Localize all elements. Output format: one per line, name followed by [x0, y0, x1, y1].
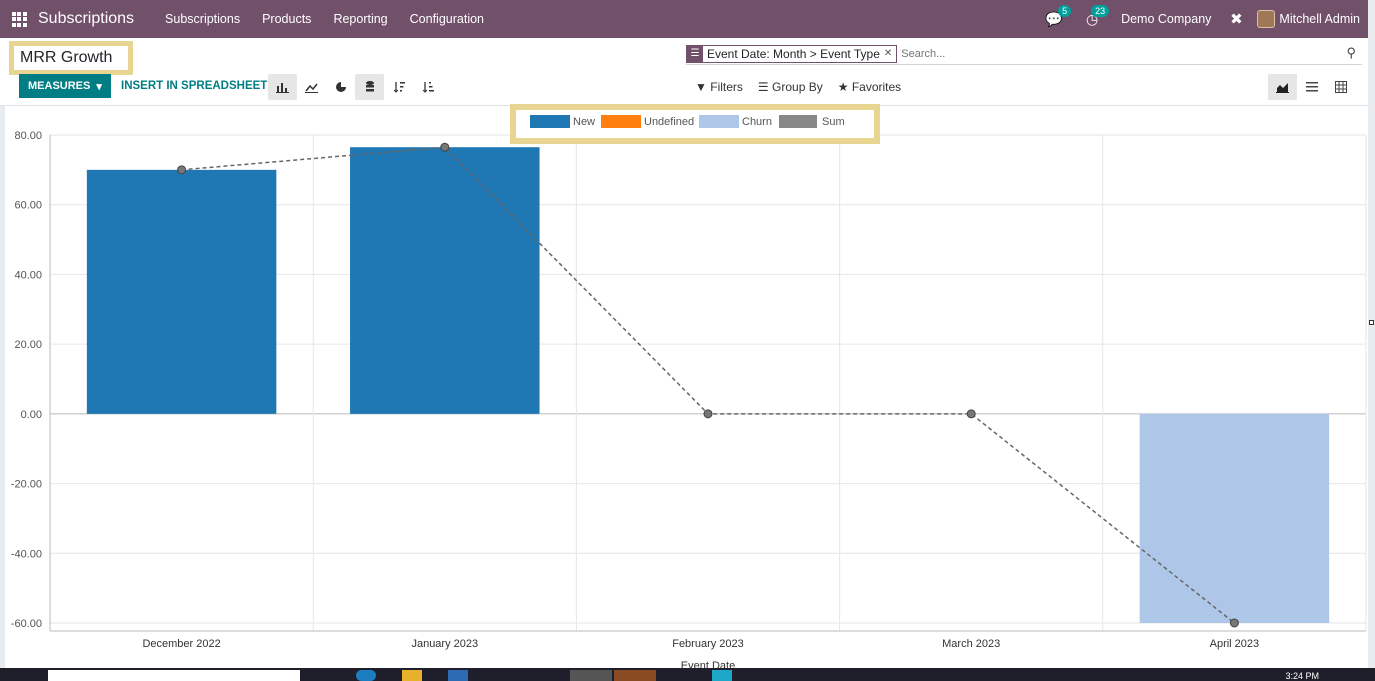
facet-label: Event Date: Month > Event Type: [707, 46, 880, 61]
systray: 💬 5 ◷ 23 Demo Company ✖ Mitchell Admin: [1035, 4, 1368, 28]
legend-swatch-churn[interactable]: [699, 115, 739, 128]
chat-count-badge: 5: [1058, 4, 1072, 17]
control-panel: MRR Growth ☰ Event Date: Month > Event T…: [0, 38, 1368, 106]
groupby-label: Group By: [772, 80, 823, 94]
measures-label: MEASURES: [28, 80, 91, 92]
legend-swatch-sum[interactable]: [779, 115, 817, 128]
sort-descending-icon[interactable]: [384, 74, 413, 100]
measures-button[interactable]: MEASURES ▾: [19, 74, 111, 98]
star-icon: ★: [837, 80, 849, 94]
window-edge: [1368, 0, 1375, 668]
y-tick-label: 60.00: [14, 200, 42, 212]
favorites-label: Favorites: [851, 80, 902, 94]
top-navbar: Subscriptions Subscriptions Products Rep…: [0, 0, 1368, 38]
x-tick-label: January 2023: [411, 638, 478, 650]
avatar: [1257, 10, 1276, 28]
bar-churn: [1139, 413, 1330, 623]
layers-icon: ☰: [687, 45, 703, 62]
taskbar-clock: 3:24 PM: [1285, 671, 1319, 681]
menu-item-products[interactable]: Products: [251, 12, 322, 26]
pie-chart-icon[interactable]: [326, 74, 355, 100]
search-bar: ☰ Event Date: Month > Event Type ✕ ⚲: [686, 43, 1362, 65]
user-menu[interactable]: Mitchell Admin: [1251, 10, 1360, 28]
os-taskbar: 3:24 PM: [0, 668, 1375, 681]
sum-point: [703, 409, 713, 419]
chat-systray[interactable]: 💬 5: [1035, 4, 1073, 28]
edge-browser-icon[interactable]: [356, 670, 376, 681]
sort-ascending-icon[interactable]: [413, 74, 442, 100]
stacked-icon[interactable]: [355, 74, 384, 100]
file-explorer-icon[interactable]: [402, 670, 422, 681]
view-switcher: [1268, 74, 1355, 100]
main-menu: Subscriptions Products Reporting Configu…: [154, 12, 495, 26]
app-icon-2[interactable]: [712, 670, 732, 681]
legend-swatch-new[interactable]: [530, 115, 570, 128]
groupby-button[interactable]: ☰ Group By: [758, 80, 823, 94]
activity-count-badge: 23: [1091, 4, 1110, 17]
filters-button[interactable]: ▼ Filters: [695, 80, 743, 94]
mail-icon[interactable]: [448, 670, 468, 681]
line-chart-icon[interactable]: [297, 74, 326, 100]
graph-view-icon[interactable]: [1268, 74, 1297, 100]
y-tick-label: 0.00: [21, 409, 42, 421]
x-tick-label: March 2023: [942, 638, 1000, 650]
sum-point: [1229, 618, 1239, 628]
x-tick-label: April 2023: [1210, 638, 1260, 650]
firefox-icon[interactable]: [570, 670, 612, 681]
y-tick-label: -60.00: [11, 618, 42, 630]
sum-point: [966, 409, 976, 419]
y-tick-label: -40.00: [11, 548, 42, 560]
y-tick-label: 20.00: [14, 339, 42, 351]
resize-handle[interactable]: [1369, 320, 1374, 325]
search-options: ▼ Filters ☰ Group By ★ Favorites: [695, 80, 901, 94]
pivot-view-icon[interactable]: [1326, 74, 1355, 100]
graph-view: 80.00 60.00 40.00 20.00 0.00 -20.00 -40.00 -60.…: [5, 106, 1368, 668]
app-brand[interactable]: Subscriptions: [38, 10, 134, 28]
sum-point: [177, 165, 187, 175]
app-icon[interactable]: [614, 670, 656, 681]
debug-tools-icon[interactable]: ✖: [1221, 10, 1251, 28]
bar-chart-icon[interactable]: [268, 74, 297, 100]
search-input[interactable]: [901, 47, 1322, 60]
filter-icon: ▼: [695, 80, 707, 94]
list-view-icon[interactable]: [1297, 74, 1326, 100]
facet-remove-icon[interactable]: ✕: [884, 48, 896, 59]
legend-swatch-undefined[interactable]: [601, 115, 641, 128]
user-name: Mitchell Admin: [1279, 12, 1360, 26]
favorites-button[interactable]: ★ Favorites: [838, 80, 901, 94]
chart-type-toolbar: [268, 74, 442, 100]
filters-label: Filters: [710, 80, 743, 94]
menu-item-configuration[interactable]: Configuration: [399, 12, 495, 26]
menu-item-reporting[interactable]: Reporting: [322, 12, 398, 26]
y-tick-label: 80.00: [14, 130, 42, 142]
sum-point: [440, 142, 450, 152]
start-icon[interactable]: [0, 670, 24, 681]
legend-label-churn[interactable]: Churn: [742, 116, 772, 128]
search-icon[interactable]: ⚲: [1346, 45, 1356, 61]
y-tick-label: 40.00: [14, 269, 42, 281]
x-tick-label: December 2022: [142, 638, 220, 650]
apps-menu-icon[interactable]: [0, 0, 38, 38]
insert-in-spreadsheet-button[interactable]: INSERT IN SPREADSHEET: [121, 80, 267, 92]
layers-icon: ☰: [757, 80, 769, 94]
company-switcher[interactable]: Demo Company: [1111, 12, 1221, 26]
page-title: MRR Growth: [9, 41, 133, 75]
groupby-facet: ☰ Event Date: Month > Event Type ✕: [686, 44, 898, 63]
menu-item-subscriptions[interactable]: Subscriptions: [154, 12, 251, 26]
legend-label-undefined[interactable]: Undefined: [644, 116, 694, 128]
y-tick-label: -20.00: [11, 479, 42, 491]
taskbar-search-input[interactable]: [48, 670, 300, 681]
legend-label-new[interactable]: New: [573, 116, 595, 128]
sum-line: [181, 146, 1235, 624]
x-tick-label: February 2023: [672, 638, 744, 650]
caret-down-icon: ▾: [96, 80, 102, 93]
legend-label-sum[interactable]: Sum: [822, 116, 845, 128]
x-axis-label: Event Date: [681, 660, 735, 668]
chart-legend: New Undefined Churn Sum: [530, 115, 845, 128]
mrr-growth-chart: 80.00 60.00 40.00 20.00 0.00 -20.00 -40.00 -60.…: [11, 130, 1367, 668]
bar-new: [86, 169, 277, 414]
activity-systray[interactable]: ◷ 23: [1073, 4, 1111, 28]
bar-new: [350, 147, 540, 414]
